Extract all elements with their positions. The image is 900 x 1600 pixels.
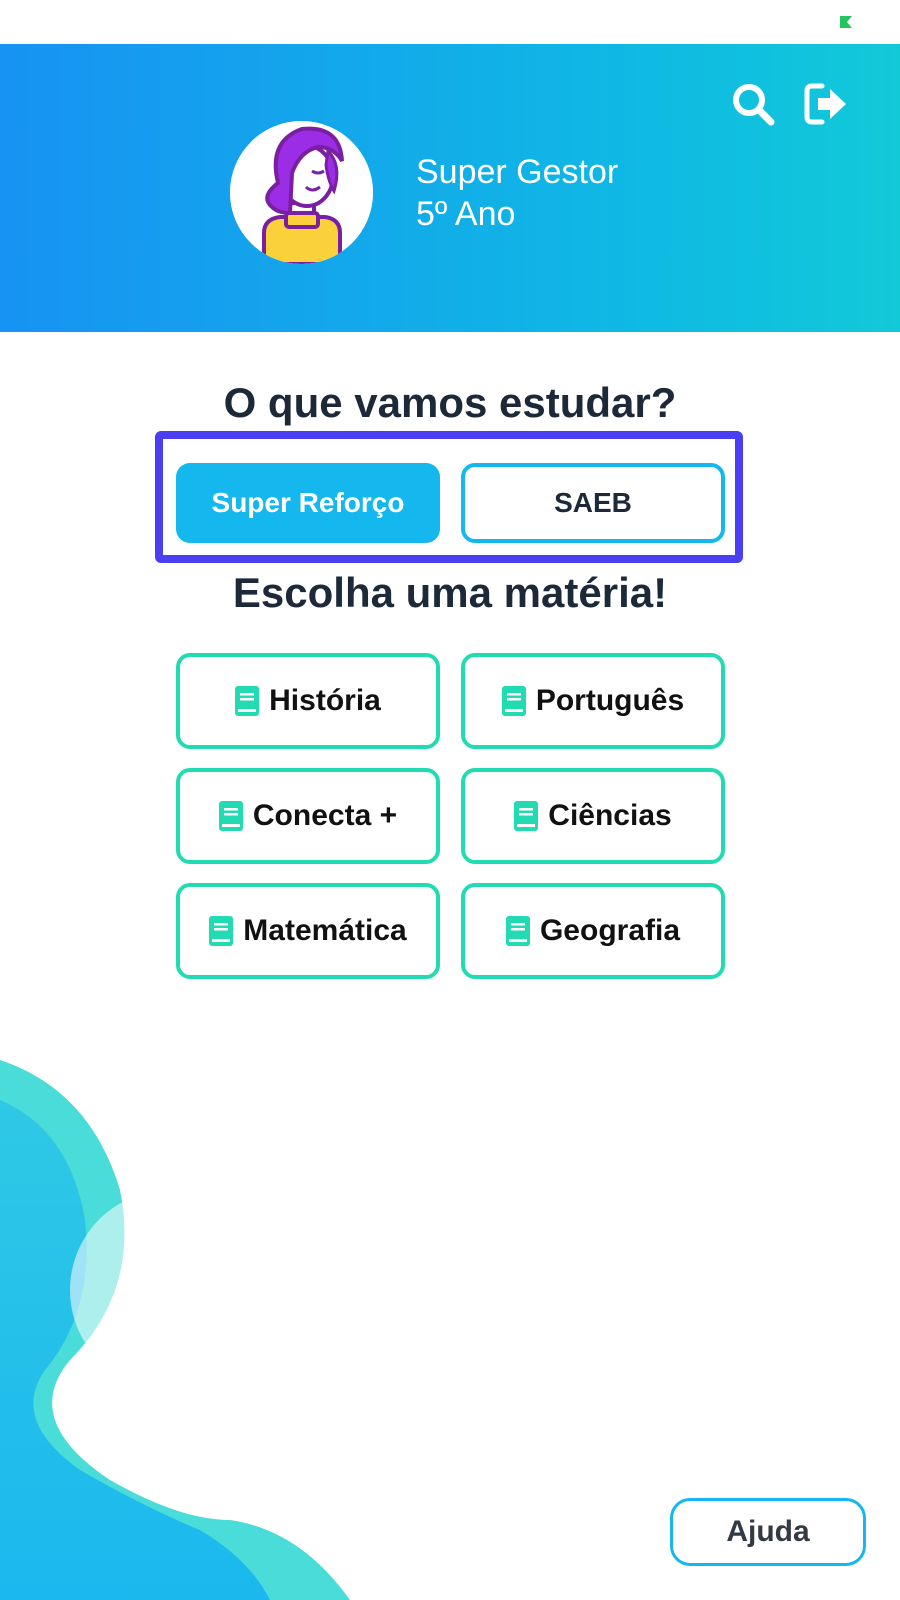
user-grade: 5º Ano (416, 195, 516, 233)
subject-geografia-button[interactable]: Geografia (461, 883, 725, 979)
subject-historia-button[interactable]: História (176, 653, 440, 749)
status-indicator-icon (840, 16, 852, 28)
choose-subject-title: Escolha uma matéria! (232, 569, 668, 616)
avatar-illustration (230, 121, 373, 264)
book-icon (505, 916, 530, 946)
subject-label: Português (535, 684, 685, 717)
decorative-wave-background (0, 1060, 350, 1600)
subject-label: Matemática (243, 914, 407, 947)
book-icon (514, 801, 539, 831)
subject-label: Conecta + (252, 799, 398, 832)
mode-saeb-button[interactable]: SAEB (461, 463, 725, 543)
subject-label: História (269, 684, 381, 717)
avatar (230, 121, 373, 264)
logout-icon[interactable] (802, 80, 850, 128)
status-bar (0, 0, 900, 44)
subject-label: Ciências (548, 799, 672, 832)
subject-ciencias-button[interactable]: Ciências (461, 768, 725, 864)
subject-matematica-button[interactable]: Matemática (176, 883, 440, 979)
subject-portugues-button[interactable]: Português (461, 653, 725, 749)
study-question-title: O que vamos estudar? (223, 379, 677, 426)
subject-conecta-button[interactable]: Conecta + (176, 768, 440, 864)
book-icon (235, 686, 260, 716)
search-icon[interactable] (729, 80, 777, 128)
book-icon (501, 686, 526, 716)
book-icon (209, 916, 234, 946)
user-name: Super Gestor (416, 153, 619, 191)
book-icon (218, 801, 243, 831)
subject-label: Geografia (539, 914, 681, 947)
mode-super-reforco-button[interactable]: Super Reforço (176, 463, 440, 543)
help-button[interactable]: Ajuda (670, 1498, 866, 1566)
